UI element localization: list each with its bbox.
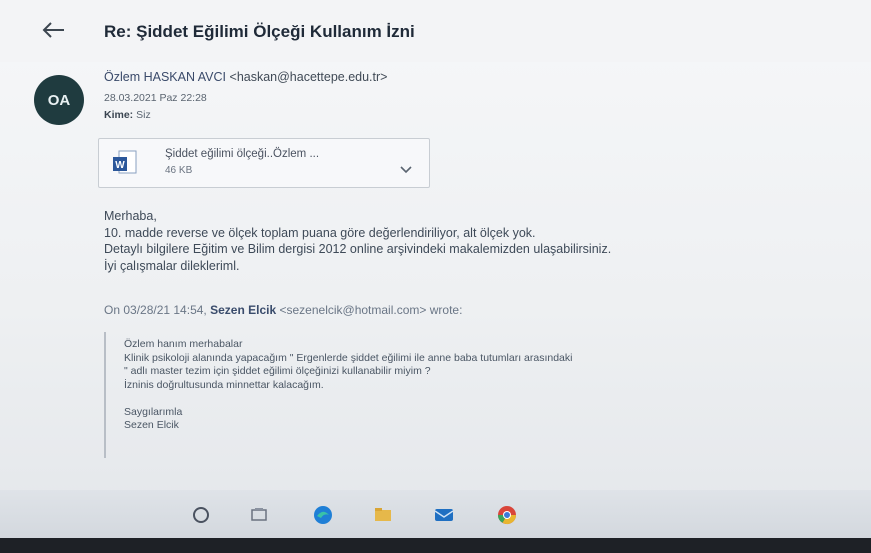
taskbar bbox=[0, 490, 871, 538]
body-line: Detaylı bilgilere Eğitim ve Bilim dergis… bbox=[104, 242, 612, 256]
avatar[interactable]: OA bbox=[34, 75, 84, 125]
attachment-name: Şiddet eğilimi ölçeği..Özlem ... bbox=[165, 148, 320, 160]
file-explorer-icon[interactable] bbox=[372, 504, 394, 526]
quote-header: On 03/28/21 14:54, Sezen Elcik <sezenelc… bbox=[104, 303, 462, 317]
quote-sender-name: Sezen Elcik bbox=[210, 303, 277, 317]
search-icon[interactable] bbox=[190, 504, 212, 526]
quoted-text: Özlem hanım merhabalar Klinik psikoloji … bbox=[124, 338, 869, 433]
to-value: Siz bbox=[136, 109, 151, 121]
edge-icon[interactable] bbox=[312, 504, 334, 526]
recipient-line: Kime: Siz bbox=[104, 109, 151, 121]
email-window: Re: Şiddet Eğilimi Ölçeği Kullanım İzni … bbox=[0, 0, 871, 553]
quote-line: Klinik psikoloji alanında yapacağım " Er… bbox=[124, 351, 573, 364]
monitor-bezel bbox=[0, 538, 871, 553]
sender-line: Özlem HASKAN AVCI <haskan@hacettepe.edu.… bbox=[104, 70, 387, 84]
body-line: İyi çalışmalar dilekleriml. bbox=[104, 258, 240, 273]
quote-line: Sezen Elcik bbox=[124, 419, 179, 431]
back-arrow-icon[interactable] bbox=[38, 18, 68, 42]
quote-date: On 03/28/21 14:54, bbox=[104, 303, 207, 317]
chevron-down-icon[interactable] bbox=[399, 161, 413, 177]
mail-icon[interactable] bbox=[433, 504, 455, 526]
email-subject: Re: Şiddet Eğilimi Ölçeği Kullanım İzni bbox=[104, 22, 415, 41]
quote-line: İzninis doğrultusunda minnettar kalacağı… bbox=[124, 378, 324, 391]
email-date: 28.03.2021 Paz 22:28 bbox=[104, 92, 207, 104]
quote-sender-email: <sezenelcik@hotmail.com> wrote: bbox=[279, 303, 463, 317]
quote-line: Özlem hanım merhabalar bbox=[124, 338, 243, 350]
quote-line bbox=[124, 392, 869, 406]
svg-text:W: W bbox=[115, 160, 125, 171]
to-label: Kime: bbox=[104, 109, 134, 121]
task-view-icon[interactable] bbox=[248, 504, 270, 526]
sender-email: <haskan@hacettepe.edu.tr> bbox=[229, 70, 388, 84]
body-line: Merhaba, bbox=[104, 209, 157, 223]
email-body: Merhaba, 10. madde reverse ve ölçek topl… bbox=[104, 208, 864, 274]
quoted-message: Özlem hanım merhabalar Klinik psikoloji … bbox=[104, 332, 871, 458]
header-bar: Re: Şiddet Eğilimi Ölçeği Kullanım İzni bbox=[0, 0, 871, 62]
quote-line: Saygılarımla bbox=[124, 405, 183, 418]
quote-line: " adlı master tezim için şiddet eğilimi … bbox=[124, 365, 431, 377]
chrome-icon[interactable] bbox=[496, 504, 518, 526]
attachment-size: 46 KB bbox=[165, 165, 193, 176]
word-doc-icon: W bbox=[111, 149, 137, 177]
body-line: 10. madde reverse ve ölçek toplam puana … bbox=[104, 225, 536, 240]
attachment-card[interactable]: W Şiddet eğilimi ölçeği..Özlem ... 46 KB bbox=[98, 138, 430, 188]
sender-name[interactable]: Özlem HASKAN AVCI bbox=[104, 70, 226, 84]
